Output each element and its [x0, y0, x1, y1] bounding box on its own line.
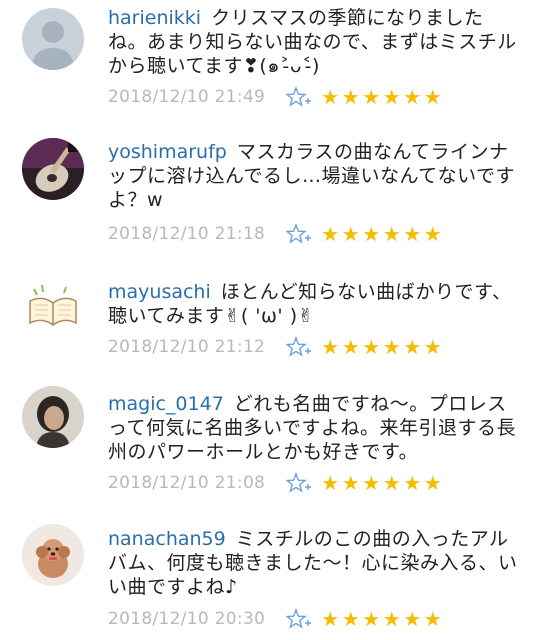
add-star-icon[interactable]: [286, 86, 312, 108]
username-link[interactable]: mayusachi: [108, 281, 211, 303]
person-photo: [22, 386, 84, 448]
star-rating: ★ ★ ★ ★ ★ ★: [320, 609, 443, 629]
add-star-icon[interactable]: [286, 608, 312, 630]
timestamp[interactable]: 2018/12/10 21:49: [108, 87, 286, 107]
avatar[interactable]: [22, 138, 84, 200]
star-icon: ★: [403, 85, 422, 109]
avatar[interactable]: [22, 8, 84, 70]
star-rating: ★ ★ ★ ★ ★ ★: [320, 337, 443, 357]
star-rating: ★ ★ ★ ★ ★ ★: [320, 473, 443, 493]
timestamp[interactable]: 2018/12/10 21:18: [108, 224, 286, 244]
star-icon: ★: [362, 471, 381, 495]
avatar[interactable]: [22, 386, 84, 448]
star-icon: ★: [362, 85, 381, 109]
star-icon: ★: [341, 607, 360, 631]
default-user-icon: [22, 8, 84, 70]
username-link[interactable]: harienikki: [108, 7, 201, 29]
username-link[interactable]: nanachan59: [108, 528, 226, 550]
star-icon: ★: [382, 607, 401, 631]
star-icon: ★: [362, 222, 381, 246]
star-icon: ★: [403, 222, 422, 246]
star-icon: ★: [321, 335, 340, 359]
star-icon: ★: [423, 222, 442, 246]
star-icon: ★: [403, 607, 422, 631]
star-icon: ★: [321, 471, 340, 495]
username-link[interactable]: yoshimarufp: [108, 141, 227, 163]
timestamp[interactable]: 2018/12/10 20:30: [108, 609, 286, 629]
avatar[interactable]: [22, 275, 84, 337]
star-icon: ★: [362, 335, 381, 359]
star-icon: ★: [423, 85, 442, 109]
username-link[interactable]: magic_0147: [108, 393, 224, 415]
star-icon: ★: [423, 471, 442, 495]
star-rating: ★ ★ ★ ★ ★ ★: [320, 87, 443, 107]
timestamp[interactable]: 2018/12/10 21:08: [108, 473, 286, 493]
timestamp[interactable]: 2018/12/10 21:12: [108, 337, 286, 357]
add-star-icon[interactable]: [286, 472, 312, 494]
star-icon: ★: [382, 222, 401, 246]
star-icon: ★: [341, 85, 360, 109]
star-icon: ★: [403, 335, 422, 359]
guitar-photo: [22, 138, 84, 200]
star-icon: ★: [382, 471, 401, 495]
star-icon: ★: [382, 335, 401, 359]
star-icon: ★: [423, 607, 442, 631]
star-icon: ★: [341, 222, 360, 246]
add-star-icon[interactable]: [286, 336, 312, 358]
star-rating: ★ ★ ★ ★ ★ ★: [320, 224, 443, 244]
open-book-icon: [22, 275, 84, 337]
add-star-icon[interactable]: [286, 223, 312, 245]
avatar[interactable]: [22, 524, 84, 586]
star-icon: ★: [341, 471, 360, 495]
star-icon: ★: [321, 85, 340, 109]
star-icon: ★: [321, 607, 340, 631]
star-icon: ★: [341, 335, 360, 359]
star-icon: ★: [382, 85, 401, 109]
star-icon: ★: [403, 471, 422, 495]
dog-photo: [22, 524, 84, 586]
star-icon: ★: [423, 335, 442, 359]
star-icon: ★: [321, 222, 340, 246]
star-icon: ★: [362, 607, 381, 631]
